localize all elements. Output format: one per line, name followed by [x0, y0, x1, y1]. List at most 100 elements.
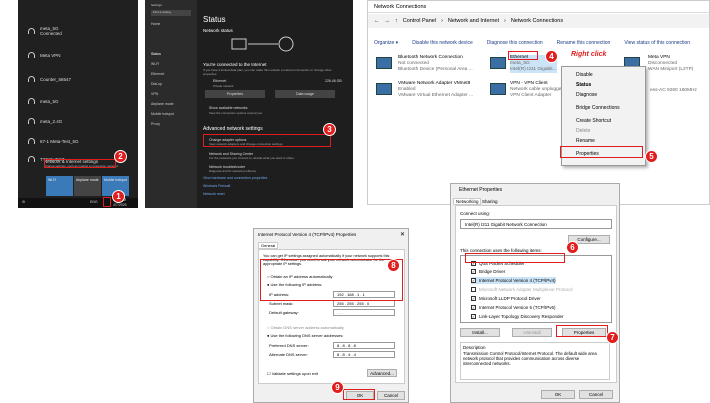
wifi-icon	[28, 76, 35, 82]
gear-icon[interactable]: ⚙	[22, 200, 25, 204]
highlight-box	[103, 197, 111, 207]
airplane-tile[interactable]: Airplane mode	[74, 176, 101, 196]
close-icon[interactable]: ✕	[400, 231, 405, 238]
step-badge: 7	[606, 331, 619, 344]
menu-item-bridge[interactable]: Bridge Connections	[576, 105, 620, 111]
breadcrumb[interactable]: Network Connections	[511, 18, 563, 24]
gateway-field[interactable]: . . .	[333, 309, 395, 316]
breadcrumb[interactable]: Network and Internet	[448, 18, 499, 24]
wifi-icon	[28, 138, 35, 144]
sidebar-item-proxy[interactable]: Proxy	[151, 122, 160, 126]
organize-menu[interactable]: Organize ▾	[374, 40, 398, 46]
network-item[interactable]: meta_5G	[18, 90, 138, 112]
preferred-dns-field[interactable]: 8 . 8 . 8 . 8	[333, 342, 395, 349]
sidebar-item-ethernet[interactable]: Ethernet	[151, 72, 164, 76]
up-arrow-icon[interactable]: ↑	[395, 18, 398, 24]
sidebar-item-dialup[interactable]: Dial-up	[151, 82, 162, 86]
network-status: Connected	[40, 31, 62, 36]
use-dns-radio[interactable]: ● Use the following DNS server addresses…	[267, 333, 343, 338]
properties-button[interactable]: Properties	[205, 90, 265, 98]
network-item[interactable]: Counter_56547	[18, 68, 138, 90]
menu-item-disable[interactable]: Disable	[576, 72, 593, 78]
show-available-sub: View the connection options around you.	[209, 111, 263, 115]
network-item[interactable]: Meta VPN	[18, 44, 138, 66]
step-badge: 5	[645, 150, 658, 163]
list-item[interactable]: ✓ Internet Protocol Version 6 (TCP/IPv6)	[471, 304, 556, 311]
network-item[interactable]: meta_5G Connected	[18, 20, 138, 42]
language-indicator[interactable]: ENG	[90, 200, 98, 204]
sidebar-item-hotspot[interactable]: Mobile hotspot	[151, 112, 174, 116]
wifi-icon	[28, 98, 35, 104]
meta-vpn-adapter[interactable]: Meta VPN Disconnected WAN Miniport (L2TP)	[648, 55, 693, 73]
ok-button[interactable]: OK	[541, 390, 575, 399]
tab-general[interactable]: General	[258, 242, 278, 249]
search-input[interactable]: Find a setting	[151, 10, 191, 16]
alternate-dns-field[interactable]: 8 . 8 . 4 . 4	[333, 351, 395, 358]
wifi-tile[interactable]: Wi-Fi	[46, 176, 73, 196]
list-item[interactable]: ✓ Link-Layer Topology Discovery Responder	[471, 313, 563, 320]
menu-item-delete[interactable]: Delete	[576, 128, 590, 134]
forward-arrow-icon[interactable]: →	[385, 18, 391, 24]
hardware-link[interactable]: View hardware and connection properties	[203, 176, 267, 180]
sidebar-item-wifi[interactable]: Wi-Fi	[151, 62, 159, 66]
show-available-link[interactable]: Show available networks	[209, 106, 248, 110]
back-arrow-icon[interactable]: ←	[374, 18, 380, 24]
tab-networking[interactable]: Networking	[453, 198, 481, 205]
vpn-client-adapter[interactable]: VPN - VPN Client Network cable unplugged V…	[510, 81, 564, 99]
firewall-link[interactable]: Windows Firewall	[203, 184, 230, 188]
adapter-device: VPN Client Adapter	[510, 92, 552, 98]
subnet-mask-field[interactable]: 255 . 255 . 255 . 0	[333, 300, 395, 307]
checkbox-label: Validate settings upon exit	[271, 371, 319, 376]
adapter-device: VMware Virtual Ethernet Adapter ...	[398, 92, 474, 98]
data-usage-button[interactable]: Data usage	[275, 90, 335, 98]
description-label: Description	[463, 345, 486, 350]
menu-item-rename[interactable]: Rename	[576, 138, 595, 144]
validate-checkbox[interactable]: ☐ Validate settings upon exit	[267, 371, 318, 376]
vmware-adapter[interactable]: VMware Network Adapter VMnet8 Enabled VMwa…	[398, 81, 473, 99]
sidebar-item-home[interactable]: Home	[151, 22, 160, 26]
advanced-heading: Advanced network settings	[203, 126, 263, 132]
sidebar-item-airplane[interactable]: Airplane mode	[151, 102, 174, 106]
item-label: Microsoft Network Adapter Multiplexor Pr…	[479, 287, 573, 292]
address-bar[interactable]: ← → ↑ Control Panel › Network and Internet ›…	[368, 14, 709, 28]
ethernet-properties-dialog: Ethernet Properties Networking Sharing C…	[450, 183, 620, 403]
disable-device-button[interactable]: Disable this network device	[412, 40, 473, 46]
list-item[interactable]: ✓ Internet Protocol Version 4 (TCP/IPv4)	[471, 277, 556, 284]
breadcrumb[interactable]: Control Panel	[403, 18, 436, 24]
cancel-button[interactable]: Cancel	[579, 390, 613, 399]
diagnose-button[interactable]: Diagnose this connection	[487, 40, 543, 46]
network-reset-link[interactable]: Network reset	[203, 192, 225, 196]
wifi-icon	[28, 156, 35, 162]
network-name: 67-1 Meta-Test_5G	[40, 138, 79, 144]
step-badge: 3	[323, 123, 336, 136]
radio-label: Obtain DNS server address automatically	[270, 325, 344, 330]
command-bar: Organize ▾ Disable this network device D…	[368, 37, 709, 49]
menu-item-diagnose[interactable]: Diagnose	[576, 92, 597, 98]
bluetooth-adapter[interactable]: Bluetooth Network Connection Not connecte…	[398, 55, 473, 73]
troubleshooter-sub: Diagnose and fix network problems.	[209, 169, 257, 173]
auto-dns-radio[interactable]: ○ Obtain DNS server address automaticall…	[267, 325, 344, 330]
list-item[interactable]: ✓ Microsoft LLDP Protocol Driver	[471, 295, 541, 302]
window-title: Network Connections	[374, 3, 427, 10]
cancel-button[interactable]: Cancel	[377, 391, 405, 400]
list-item[interactable]: Microsoft Network Adapter Multiplexor Pr…	[471, 286, 573, 293]
list-item[interactable]: ✓ Bridge Driver	[471, 268, 505, 275]
section-title: Network status	[203, 28, 233, 33]
item-label: Internet Protocol Version 6 (TCP/IPv6)	[479, 305, 556, 310]
menu-item-status[interactable]: Status	[576, 82, 591, 88]
network-item[interactable]: meta_2.4G	[18, 110, 138, 132]
sidebar-item-status[interactable]: Status	[151, 52, 161, 56]
advanced-button[interactable]: Advanced...	[367, 369, 397, 377]
uninstall-button[interactable]: Uninstall	[512, 328, 552, 337]
step-badge: 9	[331, 381, 344, 394]
sidebar-item-vpn[interactable]: VPN	[151, 92, 158, 96]
adapter-field: Intel(R) I211 Gigabit Network Connection	[460, 219, 612, 229]
view-status-button[interactable]: View status of this connection	[624, 40, 690, 46]
network-name: meta_5G	[40, 98, 59, 104]
highlight-box	[560, 146, 643, 158]
title-bar: Network Connections	[368, 1, 709, 13]
install-button[interactable]: Install...	[460, 328, 500, 337]
menu-item-shortcut[interactable]: Create Shortcut	[576, 118, 611, 124]
tab-sharing[interactable]: Sharing	[482, 199, 498, 204]
rename-button[interactable]: Rename this connection	[557, 40, 611, 46]
